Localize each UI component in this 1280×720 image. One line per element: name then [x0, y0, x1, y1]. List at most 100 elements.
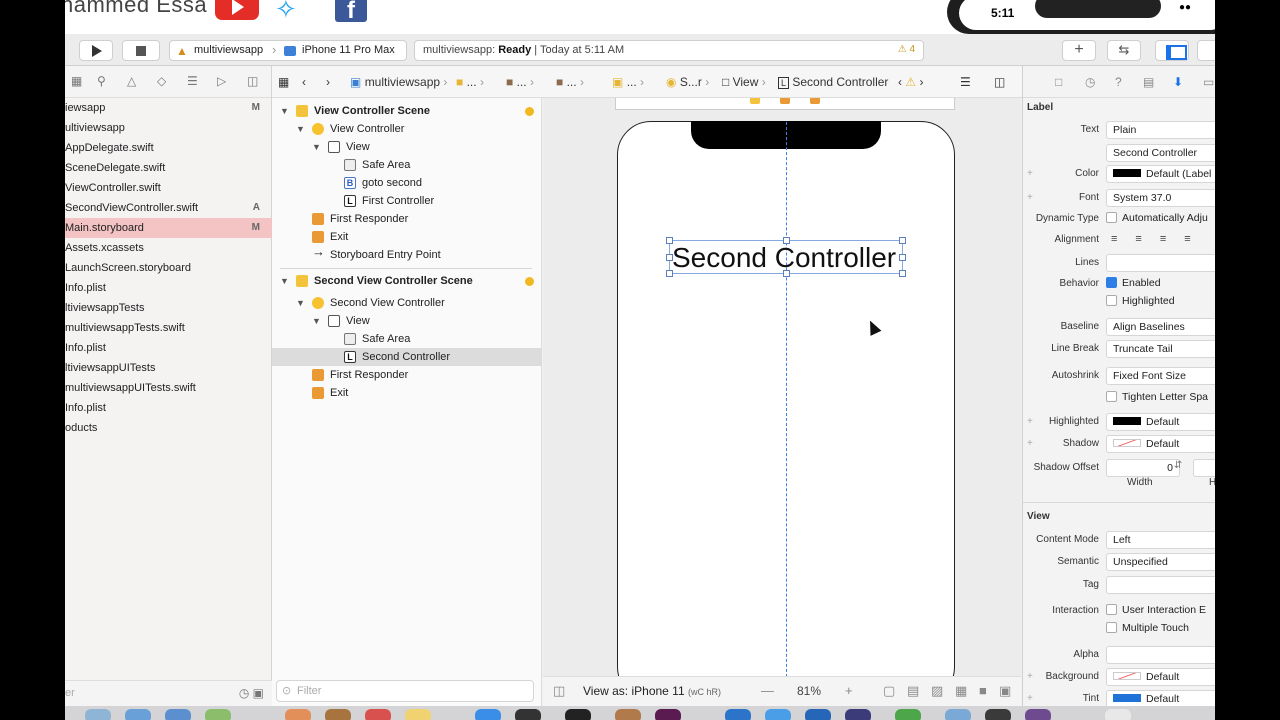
- dock-app-icon[interactable]: [945, 709, 971, 720]
- dock-app-icon[interactable]: [1105, 709, 1131, 720]
- update-frames-icon[interactable]: ▢: [883, 683, 895, 699]
- dock-app-icon[interactable]: [285, 709, 311, 720]
- warning-indicator[interactable]: ⚠ 4: [898, 44, 915, 55]
- variation-add-icon[interactable]: +: [1027, 438, 1033, 449]
- outline-toggle-icon[interactable]: ◫: [553, 683, 565, 699]
- embed-icon[interactable]: ▣: [999, 683, 1011, 699]
- responder-dock-icon[interactable]: [780, 98, 790, 104]
- folder-icon[interactable]: ▦: [71, 74, 82, 88]
- stepper-icon[interactable]: ⇵: [1174, 460, 1182, 471]
- outline-row[interactable]: Exit: [272, 384, 542, 402]
- breakpoint-icon[interactable]: ▷: [217, 74, 226, 88]
- dock-app-icon[interactable]: [845, 709, 871, 720]
- debug-icon[interactable]: ☰: [187, 74, 198, 88]
- outline-row[interactable]: First Responder: [272, 366, 542, 384]
- outline-scene-row[interactable]: ▼ Second View Controller Scene: [272, 272, 542, 290]
- file-row[interactable]: Info.plist: [65, 278, 272, 298]
- back-icon[interactable]: ‹: [302, 75, 306, 89]
- file-row[interactable]: multiviewsappUITests.swift: [65, 378, 272, 398]
- disclosure-triangle-icon[interactable]: ▼: [296, 120, 305, 138]
- color-popup[interactable]: Default (Label: [1106, 165, 1215, 183]
- file-row[interactable]: Main.storyboard M: [65, 218, 272, 238]
- align-icon[interactable]: ▨: [931, 683, 943, 699]
- disclosure-triangle-icon[interactable]: ▼: [312, 138, 321, 156]
- resize-handle[interactable]: [666, 270, 673, 277]
- test-icon[interactable]: ◇: [157, 74, 166, 88]
- exit-dock-icon[interactable]: [810, 98, 820, 104]
- minimap-icon[interactable]: ☰: [960, 75, 971, 89]
- outline-row[interactable]: → Storyboard Entry Point: [272, 245, 542, 264]
- resize-handle[interactable]: [783, 270, 790, 277]
- outline-filter[interactable]: ⊙ Filter: [276, 680, 534, 702]
- outline-row[interactable]: ▼ Second View Controller: [272, 294, 542, 312]
- file-row[interactable]: ltiviewsappTests: [65, 298, 272, 318]
- storyboard-canvas[interactable]: Second Controller: [543, 98, 1021, 676]
- file-inspector-icon[interactable]: □: [1055, 75, 1062, 89]
- library-add-button[interactable]: +: [1062, 40, 1096, 61]
- jump-folder[interactable]: ■ ... ›: [456, 75, 484, 89]
- text-type-popup[interactable]: Plain: [1106, 121, 1215, 139]
- file-row[interactable]: SecondViewController.swift A: [65, 198, 272, 218]
- content-mode-popup[interactable]: Left: [1106, 531, 1215, 549]
- file-row[interactable]: oducts: [65, 418, 272, 438]
- highlighted-checkbox[interactable]: Highlighted: [1106, 295, 1175, 307]
- jump-project[interactable]: ▣ multiviewsapp ›: [350, 75, 447, 89]
- run-button[interactable]: [79, 40, 113, 61]
- navigator-toggle-button[interactable]: [1155, 40, 1189, 61]
- dock-app-icon[interactable]: [805, 709, 831, 720]
- autoshrink-popup[interactable]: Fixed Font Size: [1106, 367, 1215, 385]
- recent-files-icon[interactable]: ◷ ▣: [239, 686, 264, 700]
- resize-handle[interactable]: [899, 237, 906, 244]
- dock-app-icon[interactable]: [985, 709, 1011, 720]
- shadow-color-popup[interactable]: Default: [1106, 435, 1215, 453]
- jump-controller[interactable]: ◉ S...r ›: [666, 75, 709, 89]
- outline-row[interactable]: First Responder: [272, 210, 542, 228]
- alignment-segmented-control[interactable]: ≡≡≡≡: [1106, 231, 1215, 249]
- dock-app-icon[interactable]: [895, 709, 921, 720]
- view-as-selector[interactable]: View as: iPhone 11 (wC hR): [583, 684, 721, 698]
- code-review-button[interactable]: ⇆: [1107, 40, 1141, 61]
- size-inspector-icon[interactable]: ▭: [1203, 75, 1214, 89]
- file-row[interactable]: AppDelegate.swift: [65, 138, 272, 158]
- dock-app-icon[interactable]: [515, 709, 541, 720]
- outline-scene-row[interactable]: ▼ View Controller Scene: [272, 102, 542, 120]
- user-interaction-checkbox[interactable]: User Interaction E: [1106, 604, 1206, 616]
- dynamic-type-checkbox[interactable]: Automatically Adju: [1106, 212, 1208, 224]
- scheme-selector[interactable]: ▲ multiviewsapp › iPhone 11 Pro Max: [169, 40, 407, 61]
- outline-row[interactable]: Safe Area: [272, 330, 542, 348]
- file-row[interactable]: ltiviewsappUITests: [65, 358, 272, 378]
- disclosure-triangle-icon[interactable]: ▼: [280, 102, 289, 120]
- dock-app-icon[interactable]: [365, 709, 391, 720]
- background-color-popup[interactable]: Default: [1106, 668, 1215, 686]
- add-editor-icon[interactable]: ◫: [994, 75, 1005, 89]
- help-icon[interactable]: ?: [1115, 75, 1122, 89]
- outline-row[interactable]: Bgoto second: [272, 174, 542, 192]
- jump-group[interactable]: ■ ... ›: [506, 75, 534, 89]
- outline-row[interactable]: L First Controller: [272, 192, 542, 210]
- file-row[interactable]: ultiviewsapp: [65, 118, 272, 138]
- dock-app-icon[interactable]: [325, 709, 351, 720]
- report-icon[interactable]: ◫: [247, 74, 258, 88]
- dock-app-icon[interactable]: [165, 709, 191, 720]
- outline-row[interactable]: ▼ View: [272, 138, 542, 156]
- file-row[interactable]: Assets.xcassets: [65, 238, 272, 258]
- file-row[interactable]: Info.plist: [65, 398, 272, 418]
- file-row[interactable]: ViewController.swift: [65, 178, 272, 198]
- baseline-popup[interactable]: Align Baselines: [1106, 318, 1215, 336]
- jump-storyboard[interactable]: ■ ... ›: [556, 75, 584, 89]
- jump-view[interactable]: □ View ›: [722, 75, 766, 89]
- variation-add-icon[interactable]: +: [1027, 693, 1033, 704]
- related-items-icon[interactable]: ▦: [278, 75, 289, 89]
- issue-back-icon[interactable]: ‹ ⚠ ›: [898, 75, 923, 89]
- tag-field[interactable]: [1106, 576, 1215, 594]
- resize-handle[interactable]: [899, 270, 906, 277]
- outline-row[interactable]: ▼ View: [272, 312, 542, 330]
- lines-field[interactable]: [1106, 254, 1215, 272]
- forward-icon[interactable]: ›: [326, 75, 330, 89]
- tighten-checkbox[interactable]: Tighten Letter Spa: [1106, 391, 1208, 403]
- dock-app-icon[interactable]: [725, 709, 751, 720]
- add-constraints-icon[interactable]: ▦: [955, 683, 967, 699]
- resize-handle[interactable]: [783, 237, 790, 244]
- disclosure-triangle-icon[interactable]: ▼: [312, 312, 321, 330]
- attributes-icon[interactable]: ⬇: [1173, 75, 1183, 89]
